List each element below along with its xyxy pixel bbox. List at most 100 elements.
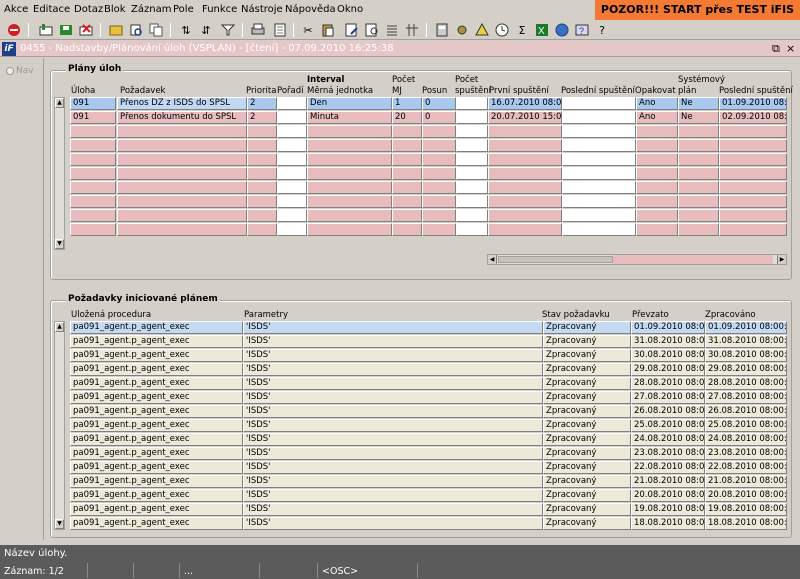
request-cell-parametry[interactable]: 'ISDS' (243, 447, 543, 460)
plan-cell-uloha[interactable] (70, 125, 116, 138)
request-cell-prevzato[interactable]: 21.08.2010 08:00:4 (631, 475, 705, 488)
plany-uloh-vscroll[interactable]: ▲ ▼ (54, 97, 65, 250)
plan-cell-opakovat[interactable] (636, 181, 678, 194)
request-cell-prevzato[interactable]: 25.08.2010 08:00:1 (631, 419, 705, 432)
close-icon[interactable]: × (786, 42, 795, 55)
menu-editace[interactable]: Editace (33, 4, 70, 15)
plan-cell-merna[interactable] (307, 125, 392, 138)
plan-cell-pozadavek[interactable] (117, 167, 247, 180)
plan-cell-posledni[interactable] (562, 209, 636, 222)
plan-cell-merna[interactable] (307, 195, 392, 208)
request-cell-stav[interactable]: Zpracovaný (543, 377, 631, 390)
scroll-up-icon[interactable]: ▲ (55, 322, 64, 332)
plan-cell-posun[interactable]: 0 (422, 111, 456, 124)
request-cell-procedura[interactable]: pa091_agent.p_agent_exec (70, 461, 243, 474)
scroll-up-icon[interactable]: ▲ (55, 98, 64, 108)
warning-icon[interactable] (474, 22, 490, 38)
plan-cell-posledni[interactable] (562, 167, 636, 180)
request-cell-stav[interactable]: Zpracovaný (543, 461, 631, 474)
plan-cell-opakovat[interactable]: Ano (636, 97, 678, 110)
request-cell-prevzato[interactable]: 01.09.2010 08:00:2 (631, 321, 705, 334)
plan-cell-plan[interactable] (678, 125, 719, 138)
plan-cell-opakovat[interactable] (636, 139, 678, 152)
plan-cell-pocet[interactable] (456, 223, 488, 236)
plany-uloh-hscroll[interactable]: ◀ ▶ (487, 254, 787, 265)
edit-icon[interactable] (344, 22, 360, 38)
plan-cell-posun[interactable] (422, 153, 456, 166)
plan-cell-posledni2[interactable] (719, 209, 787, 222)
plan-cell-mj[interactable] (392, 125, 422, 138)
plan-cell-pozadavek[interactable] (117, 223, 247, 236)
plan-cell-pocet[interactable] (456, 111, 488, 124)
request-cell-zpracovano[interactable]: 31.08.2010 08:00:0 (705, 335, 787, 348)
request-cell-procedura[interactable]: pa091_agent.p_agent_exec (70, 433, 243, 446)
plan-cell-mj[interactable] (392, 181, 422, 194)
plan-cell-posledni2[interactable]: 02.09.2010 08:3 (719, 111, 787, 124)
menu-nastroje[interactable]: Nástroje (241, 4, 283, 15)
request-cell-procedura[interactable]: pa091_agent.p_agent_exec (70, 489, 243, 502)
plan-cell-mj[interactable]: 1 (392, 97, 422, 110)
plan-cell-uloha[interactable] (70, 139, 116, 152)
plan-cell-poradi[interactable] (277, 181, 307, 194)
plan-cell-priorita[interactable] (247, 139, 277, 152)
plan-cell-posledni[interactable] (562, 97, 636, 110)
plan-cell-plan[interactable] (678, 153, 719, 166)
request-cell-zpracovano[interactable]: 18.08.2010 08:00:2 (705, 517, 787, 530)
request-cell-zpracovano[interactable]: 20.08.2010 08:00:1 (705, 489, 787, 502)
plan-cell-uloha[interactable] (70, 223, 116, 236)
help-topics-icon[interactable]: ? (574, 22, 590, 38)
request-cell-prevzato[interactable]: 29.08.2010 08:00:1 (631, 363, 705, 376)
plan-cell-merna[interactable] (307, 181, 392, 194)
request-cell-procedura[interactable]: pa091_agent.p_agent_exec (70, 503, 243, 516)
scroll-down-icon[interactable]: ▼ (55, 239, 64, 249)
plan-cell-posledni2[interactable] (719, 153, 787, 166)
plan-cell-poradi[interactable] (277, 97, 307, 110)
request-cell-prevzato[interactable]: 22.08.2010 08:00:0 (631, 461, 705, 474)
menu-dotaz[interactable]: Dotaz (74, 4, 103, 15)
request-cell-prevzato[interactable]: 30.08.2010 08:00:4 (631, 349, 705, 362)
plan-cell-opakovat[interactable] (636, 153, 678, 166)
plan-cell-opakovat[interactable] (636, 223, 678, 236)
request-cell-parametry[interactable]: 'ISDS' (243, 475, 543, 488)
request-cell-procedura[interactable]: pa091_agent.p_agent_exec (70, 377, 243, 390)
plan-cell-plan[interactable] (678, 181, 719, 194)
request-cell-stav[interactable]: Zpracovaný (543, 391, 631, 404)
exit-icon[interactable] (6, 22, 22, 38)
request-cell-parametry[interactable]: 'ISDS' (243, 419, 543, 432)
plan-cell-prvni[interactable] (488, 125, 562, 138)
plan-cell-merna[interactable]: Den (307, 97, 392, 110)
request-cell-procedura[interactable]: pa091_agent.p_agent_exec (70, 475, 243, 488)
plan-cell-plan[interactable] (678, 139, 719, 152)
plan-cell-poradi[interactable] (277, 139, 307, 152)
request-cell-stav[interactable]: Zpracovaný (543, 335, 631, 348)
plan-cell-pocet[interactable] (456, 125, 488, 138)
scroll-left-icon[interactable]: ◀ (488, 255, 497, 264)
request-cell-parametry[interactable]: 'ISDS' (243, 377, 543, 390)
plan-cell-merna[interactable] (307, 153, 392, 166)
plan-cell-uloha[interactable] (70, 209, 116, 222)
plan-cell-posledni2[interactable] (719, 195, 787, 208)
plan-cell-posledni2[interactable] (719, 167, 787, 180)
scroll-right-icon[interactable]: ▶ (777, 255, 786, 264)
plan-cell-pocet[interactable] (456, 209, 488, 222)
request-cell-prevzato[interactable]: 20.08.2010 08:00:1 (631, 489, 705, 502)
menu-okno[interactable]: Okno (337, 4, 363, 15)
plan-cell-pozadavek[interactable] (117, 181, 247, 194)
plan-cell-priorita[interactable] (247, 153, 277, 166)
menu-blok[interactable]: Blok (104, 4, 126, 15)
plan-cell-poradi[interactable] (277, 153, 307, 166)
sort-icon[interactable]: ⇅ (178, 22, 194, 38)
plan-cell-poradi[interactable] (277, 111, 307, 124)
plan-cell-pozadavek[interactable] (117, 209, 247, 222)
plan-cell-posun[interactable] (422, 209, 456, 222)
menu-zaznam[interactable]: Záznam (131, 4, 171, 15)
request-cell-zpracovano[interactable]: 01.09.2010 08:00:3 (705, 321, 787, 334)
request-cell-prevzato[interactable]: 26.08.2010 08:00:4 (631, 405, 705, 418)
plan-cell-posledni[interactable] (562, 153, 636, 166)
request-cell-zpracovano[interactable]: 25.08.2010 08:00:2 (705, 419, 787, 432)
plan-cell-posun[interactable] (422, 125, 456, 138)
request-cell-procedura[interactable]: pa091_agent.p_agent_exec (70, 349, 243, 362)
plan-cell-opakovat[interactable]: Ano (636, 111, 678, 124)
plan-cell-prvni[interactable] (488, 195, 562, 208)
plan-cell-pocet[interactable] (456, 167, 488, 180)
